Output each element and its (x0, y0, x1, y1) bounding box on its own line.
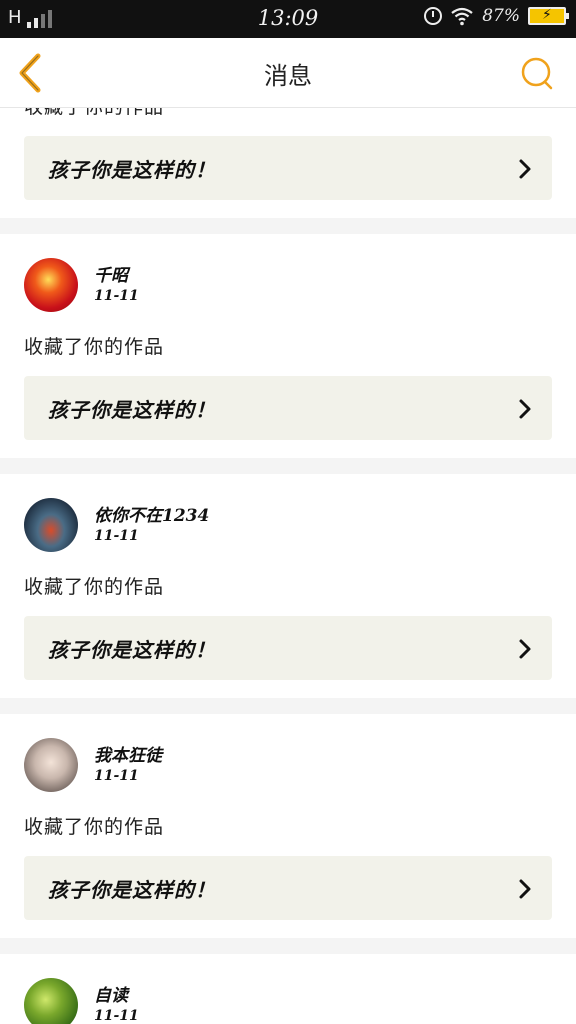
list-item: 千昭 11-11 收藏了你的作品 孩子你是这样的！ (0, 258, 576, 440)
work-link-button[interactable]: 孩子你是这样的！ (24, 136, 552, 200)
message-feed[interactable]: 收藏了你的作品 孩子你是这样的！ 千昭 11-11 收藏了你的作品 孩子你是这样… (0, 108, 576, 1024)
chevron-right-icon (519, 879, 531, 899)
list-item: 自读 11-11 (0, 978, 576, 1024)
avatar[interactable] (24, 978, 78, 1024)
search-button[interactable] (520, 54, 556, 92)
work-link-button[interactable]: 孩子你是这样的！ (24, 856, 552, 920)
divider (0, 698, 576, 714)
timestamp: 11-11 (94, 1008, 139, 1024)
status-bar: H 13:09 87% ⚡ (0, 0, 576, 38)
timestamp: 11-11 (94, 528, 139, 544)
action-text: 收藏了你的作品 (24, 108, 552, 120)
divider (0, 218, 576, 234)
wifi-icon (451, 7, 473, 26)
action-text: 收藏了你的作品 (24, 336, 165, 358)
chevron-right-icon (519, 399, 531, 419)
avatar[interactable] (24, 258, 78, 312)
list-item: 收藏了你的作品 孩子你是这样的！ (0, 108, 576, 200)
battery-charging-icon: ⚡ (528, 7, 569, 25)
avatar[interactable] (24, 498, 78, 552)
list-item: 我本狂徒 11-11 收藏了你的作品 孩子你是这样的！ (0, 738, 576, 920)
work-title: 孩子你是这样的！ (48, 637, 216, 662)
work-title: 孩子你是这样的！ (48, 397, 216, 422)
battery-percent: 87% (482, 6, 520, 26)
list-item: 依你不在1234 11-11 收藏了你的作品 孩子你是这样的！ (0, 498, 576, 680)
username[interactable]: 千昭 (94, 265, 139, 287)
app-header: 消息 (0, 38, 576, 108)
divider (0, 938, 576, 954)
chevron-left-icon (19, 53, 41, 93)
action-text: 收藏了你的作品 (24, 816, 165, 838)
page-title: 消息 (264, 62, 312, 90)
username[interactable]: 自读 (94, 985, 139, 1007)
action-text: 收藏了你的作品 (24, 576, 165, 598)
work-title: 孩子你是这样的！ (48, 157, 216, 182)
work-link-button[interactable]: 孩子你是这样的！ (24, 376, 552, 440)
timestamp: 11-11 (94, 288, 139, 304)
back-button[interactable] (12, 52, 52, 94)
username[interactable]: 我本狂徒 (94, 745, 162, 767)
username[interactable]: 依你不在1234 (94, 505, 209, 527)
avatar[interactable] (24, 738, 78, 792)
timestamp: 11-11 (94, 768, 139, 784)
work-link-button[interactable]: 孩子你是这样的！ (24, 616, 552, 680)
divider (0, 458, 576, 474)
search-icon (521, 57, 553, 90)
work-title: 孩子你是这样的！ (48, 877, 216, 902)
chevron-right-icon (519, 639, 531, 659)
chevron-right-icon (519, 159, 531, 179)
alarm-icon (424, 7, 443, 25)
